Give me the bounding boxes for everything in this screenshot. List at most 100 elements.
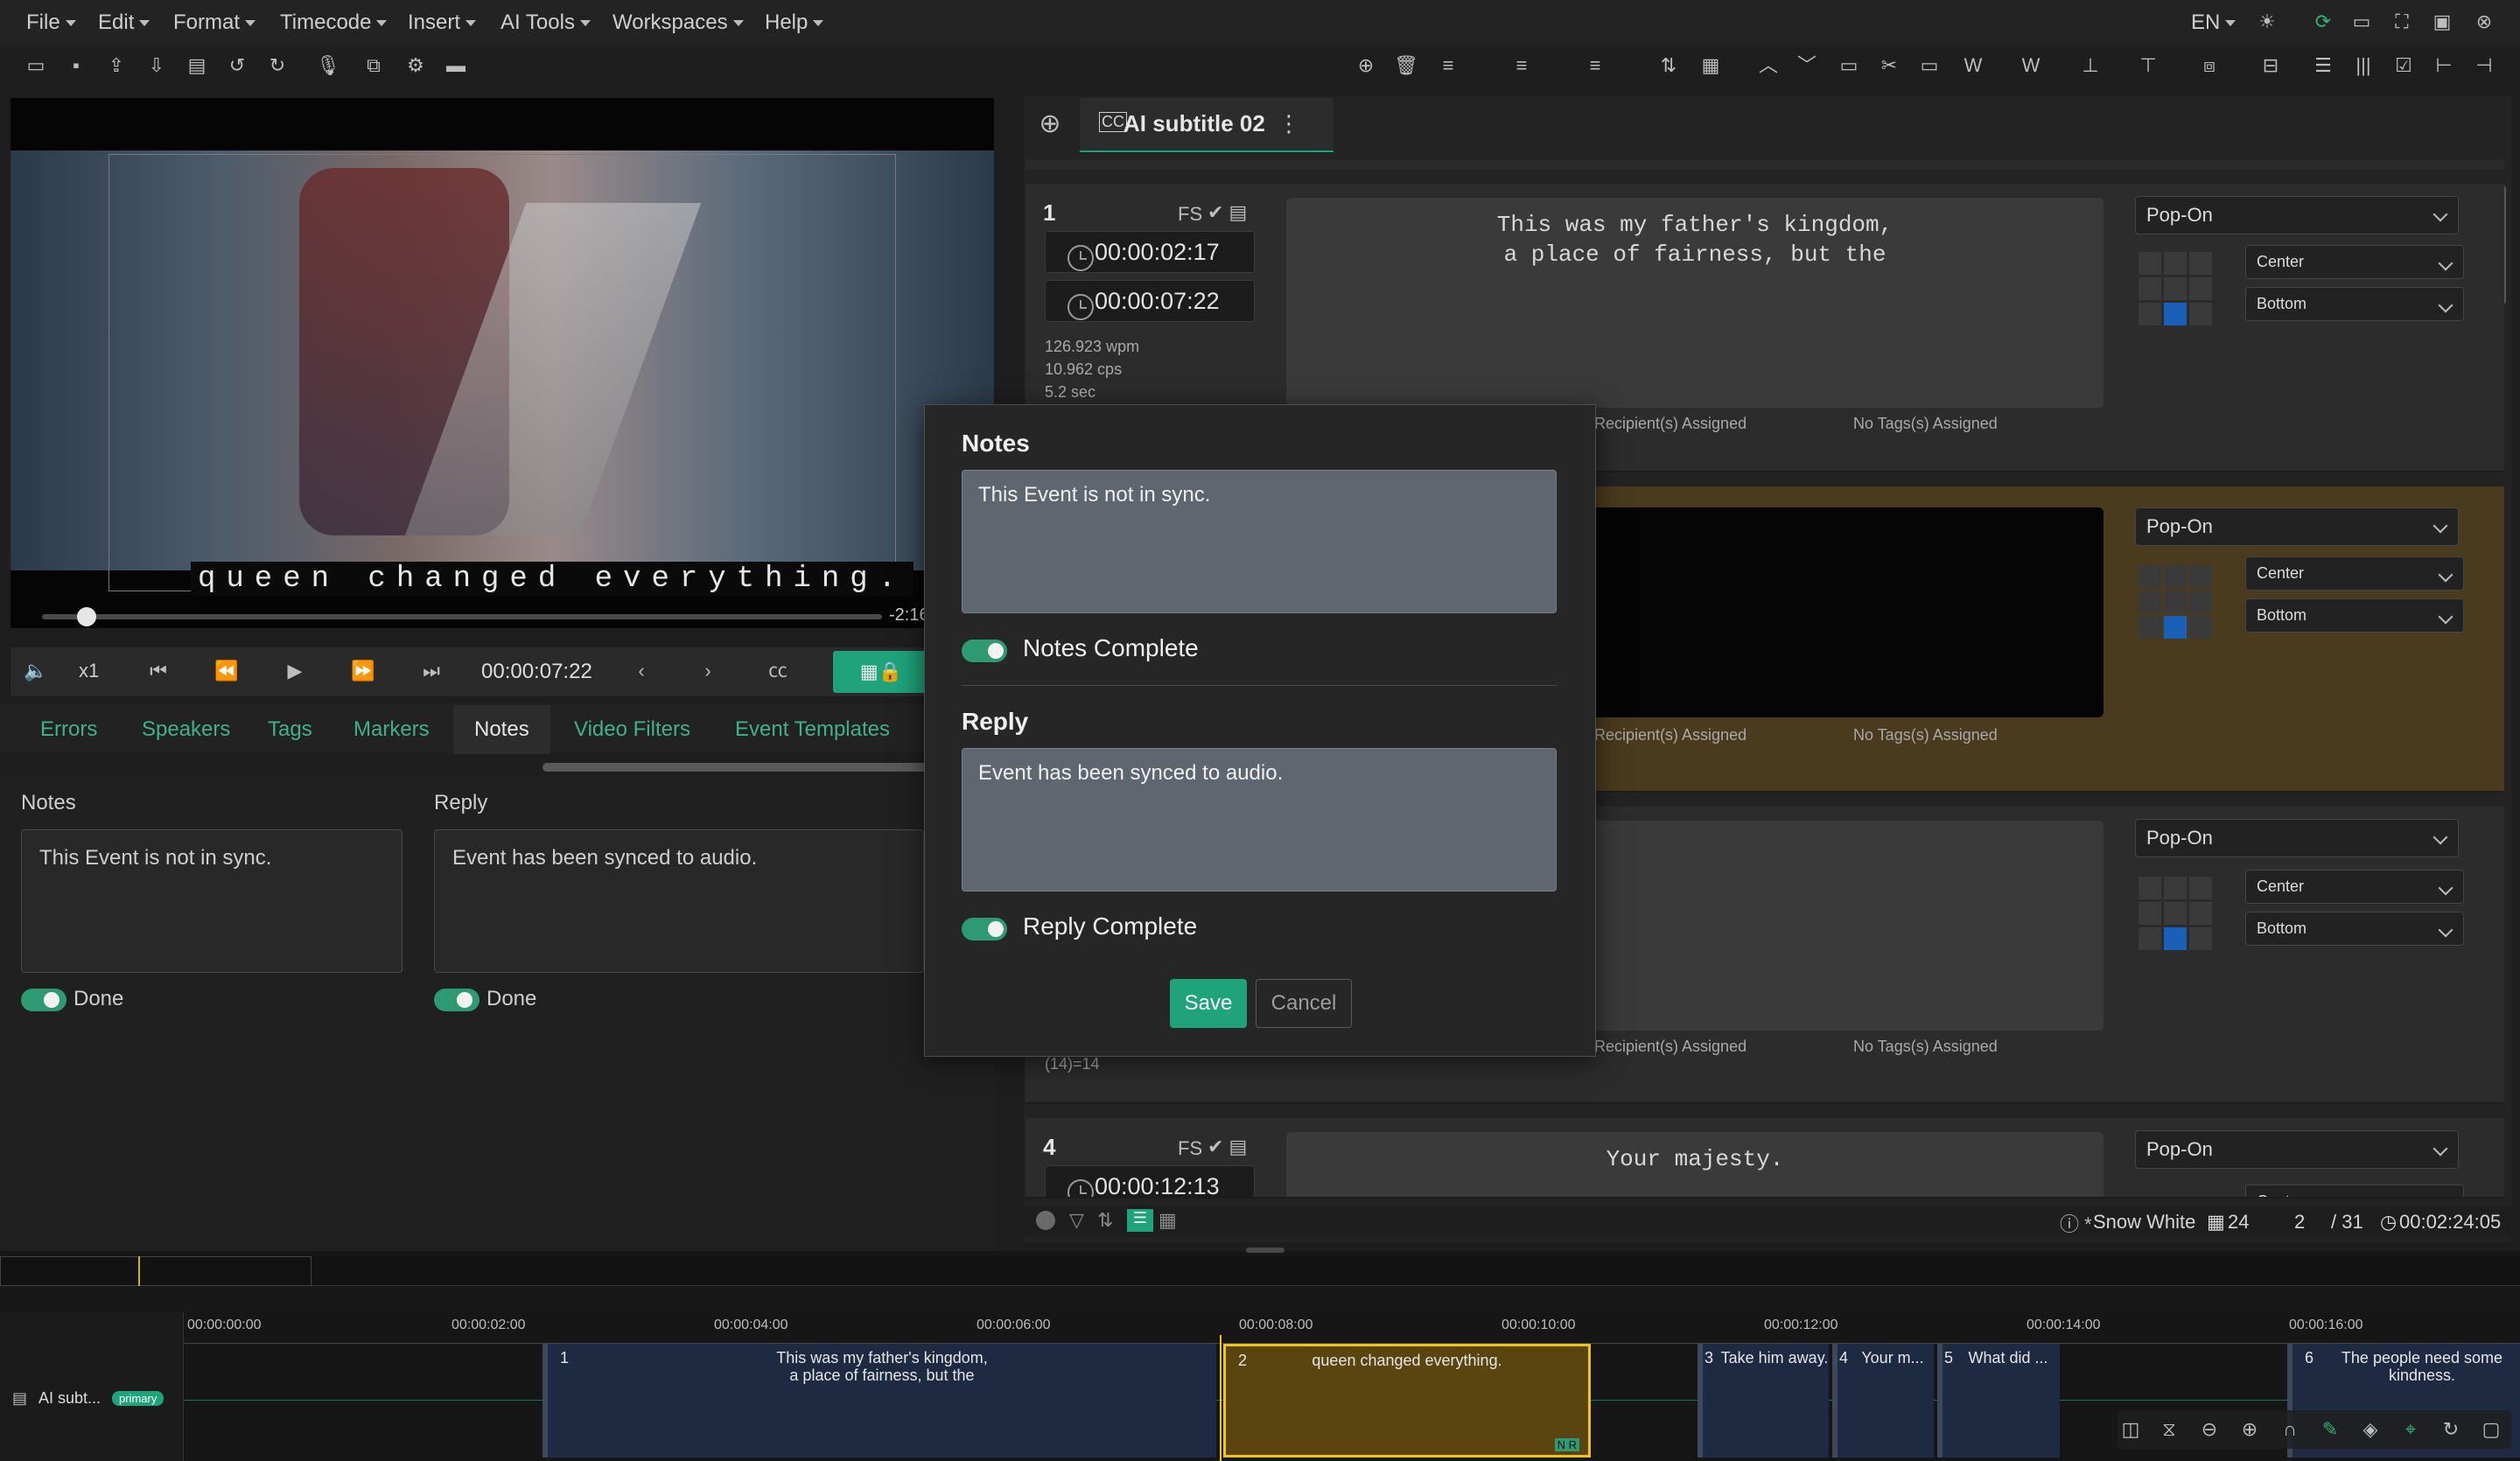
seek-bar[interactable] <box>42 607 882 626</box>
align-bar-right-icon[interactable]: ⊣ <box>2471 52 2497 79</box>
menu-file[interactable]: File <box>26 10 76 35</box>
tab-tags[interactable]: Tags <box>268 717 312 742</box>
tab-video-filters[interactable]: Video Filters <box>574 717 690 742</box>
recipients-assigned[interactable]: Recipient(s) Assigned <box>1594 726 1746 744</box>
menu-format[interactable]: Format <box>173 10 256 35</box>
menu-timecode[interactable]: Timecode <box>280 10 387 35</box>
notes-complete-toggle[interactable] <box>962 640 1007 662</box>
tags-assigned[interactable]: No Tags(s) Assigned <box>1853 1038 1998 1056</box>
save-icon[interactable]: ▪ <box>63 52 89 79</box>
timeline-clip-2[interactable]: 2 queen changed everything. N R <box>1223 1344 1591 1458</box>
menu-workspaces[interactable]: Workspaces <box>612 10 744 35</box>
time-ruler[interactable] <box>184 1312 2520 1344</box>
more-vertical-icon[interactable]: ⋮ <box>1278 110 1300 137</box>
upload-icon[interactable]: ⇪ <box>103 52 130 79</box>
timeline-resize-handle[interactable] <box>1246 1248 1284 1253</box>
menu-ai-tools[interactable]: AI Tools <box>500 10 591 35</box>
merge-icon[interactable]: ⧈ <box>2196 52 2222 79</box>
import-icon[interactable]: ▤ <box>184 52 210 79</box>
recipients-assigned[interactable]: Recipient(s) Assigned <box>1594 1038 1746 1056</box>
word-up-icon[interactable]: W <box>1960 52 1986 79</box>
table-icon[interactable]: ▦ <box>1698 52 1724 79</box>
cancel-button[interactable]: Cancel <box>1256 979 1352 1028</box>
fullscreen-icon[interactable]: ⛶ <box>2389 9 2415 35</box>
filter-icon[interactable]: ▽ <box>1069 1209 1084 1232</box>
undo-icon[interactable]: ↺ <box>224 52 250 79</box>
zoom-in-icon[interactable]: ⊕ <box>2236 1416 2263 1443</box>
language-select[interactable]: EN <box>2191 10 2236 35</box>
event-text[interactable]: This was my father's kingdom, a place of… <box>1286 198 2104 408</box>
horizontal-align-select[interactable]: Center <box>2245 870 2464 904</box>
tab-event-templates[interactable]: Event Templates <box>735 717 890 742</box>
frame-lock-button[interactable]: ▦🔒 <box>833 651 929 693</box>
marker-icon[interactable]: ⌖ <box>2398 1416 2424 1443</box>
align-bar-left-icon[interactable]: ⊢ <box>2431 52 2457 79</box>
zoom-out-icon[interactable]: ⊖ <box>2196 1416 2222 1443</box>
download-icon[interactable]: ⇩ <box>144 52 170 79</box>
event-text[interactable]: Your majesty. <box>1286 1132 2104 1197</box>
horizontal-align-select[interactable]: Center <box>2245 1185 2464 1197</box>
settings-icon[interactable]: ⚙ <box>402 52 429 79</box>
vertical-align-select[interactable]: Bottom <box>2245 912 2464 946</box>
menu-help[interactable]: Help <box>765 10 823 35</box>
dialog-notes-textarea[interactable]: This Event is not in sync. <box>962 470 1557 613</box>
playhead[interactable] <box>1220 1335 1222 1461</box>
delete-icon[interactable]: 🗑 <box>1393 52 1419 79</box>
skip-end-icon[interactable]: ⏭ <box>418 658 444 684</box>
vertical-align-select[interactable]: Bottom <box>2245 598 2464 633</box>
timeline-clip-5[interactable]: 5 What did ... <box>1937 1344 2060 1458</box>
notes-done-toggle[interactable] <box>21 989 66 1011</box>
position-grid[interactable] <box>2138 877 2212 950</box>
align-left-icon[interactable]: ≡ <box>1435 52 1461 79</box>
sort-icon[interactable]: ⇅ <box>1656 52 1682 79</box>
align-center-icon[interactable]: ≡ <box>1508 52 1535 79</box>
reply-done-toggle[interactable] <box>434 989 480 1011</box>
skip-start-icon[interactable]: ⏮ <box>145 658 172 684</box>
word-down-icon[interactable]: W <box>2018 52 2044 79</box>
refresh-icon[interactable]: ↻ <box>2438 1416 2464 1443</box>
add-event-icon[interactable]: ⊕ <box>1353 52 1379 79</box>
subtitle-tab[interactable]: CC AI subtitle 02 ⋮ <box>1080 98 1334 152</box>
record-icon[interactable] <box>1036 1211 1055 1230</box>
tab-speakers[interactable]: Speakers <box>142 717 230 742</box>
caption-lock-icon[interactable]: ㏄ <box>765 658 791 684</box>
list-view-icon[interactable]: ☰ <box>1127 1209 1153 1232</box>
video-player[interactable]: queen changed everything. -2:16 <box>10 98 994 628</box>
display-mode-select[interactable]: Pop-On <box>2135 196 2459 234</box>
help-circle-icon[interactable]: ⊗ <box>2471 9 2497 35</box>
theme-icon[interactable]: ☀ <box>2254 9 2280 35</box>
tags-assigned[interactable]: No Tags(s) Assigned <box>1853 415 1998 433</box>
info-icon[interactable]: ⓘ * <box>2060 1209 2092 1237</box>
horizontal-align-select[interactable]: Center <box>2245 245 2464 279</box>
vertical-align-select[interactable]: Bottom <box>2245 287 2464 321</box>
reply-textarea[interactable]: Event has been synced to audio. <box>434 829 924 973</box>
dialog-reply-textarea[interactable]: Event has been synced to audio. <box>962 748 1557 891</box>
tab-errors[interactable]: Errors <box>40 717 97 742</box>
display-mode-select[interactable]: Pop-On <box>2135 1130 2459 1169</box>
mic-icon[interactable]: 🎙 <box>315 52 341 79</box>
columns-icon[interactable]: ||| <box>2350 52 2376 79</box>
speed-select[interactable]: x1 <box>79 660 99 682</box>
display-mode-select[interactable]: Pop-On <box>2135 507 2459 546</box>
sync-icon[interactable]: ⟳ <box>2310 9 2336 35</box>
notes-textarea[interactable]: This Event is not in sync. <box>21 829 402 973</box>
sort-icon[interactable]: ⇅ <box>1097 1209 1113 1232</box>
open-folder-icon[interactable]: ▭ <box>23 52 49 79</box>
list-horizontal-scroll[interactable] <box>1026 159 2504 170</box>
align-right-icon[interactable]: ≡ <box>1582 52 1608 79</box>
chevron-up-icon[interactable]: ︿ <box>1755 52 1782 79</box>
layers-icon[interactable]: ◈ <box>2357 1416 2384 1443</box>
tab-markers[interactable]: Markers <box>354 717 430 742</box>
split-view-icon[interactable]: ◫ <box>2118 1416 2144 1443</box>
ripple-icon[interactable]: ⧖ <box>2156 1416 2182 1443</box>
layout-icon[interactable]: ▭ <box>2348 9 2375 35</box>
position-grid[interactable] <box>2138 565 2212 639</box>
timeline-clip-1[interactable]: 1 This was my father's kingdom, a place … <box>542 1344 1216 1458</box>
tags-assigned[interactable]: No Tags(s) Assigned <box>1853 726 1998 744</box>
cut-icon[interactable]: ✂ <box>1876 52 1902 79</box>
check-box-icon[interactable]: ☑ <box>2390 52 2417 79</box>
recipients-assigned[interactable]: Recipient(s) Assigned <box>1594 415 1746 433</box>
menu-edit[interactable]: Edit <box>98 10 150 35</box>
track-label[interactable]: AI subt... <box>38 1389 101 1408</box>
tab-notes[interactable]: Notes <box>453 705 550 754</box>
